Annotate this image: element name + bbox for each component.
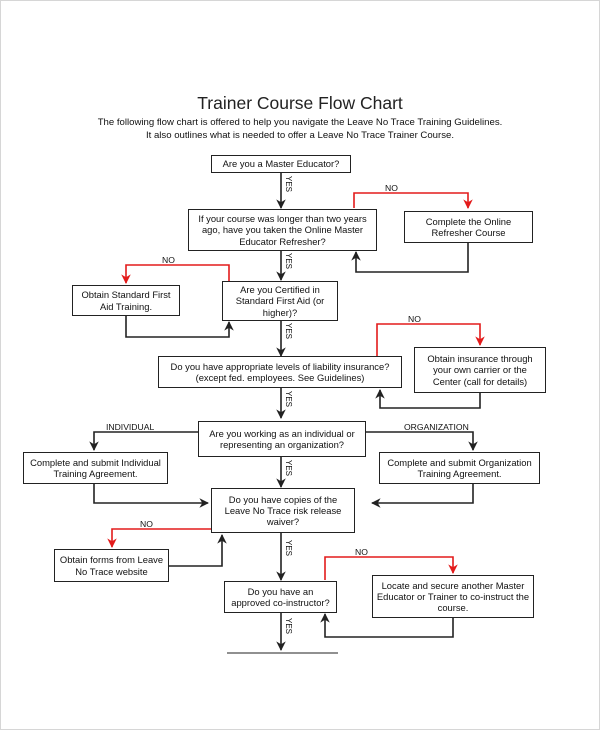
edge-organization (365, 431, 478, 451)
edge-return-first-aid (125, 316, 234, 338)
node-waiver-question: Do you have copies of the Leave No Trace… (211, 488, 355, 533)
label-no-refresher: NO (385, 183, 398, 193)
node-coinstructor-action: Locate and secure another Master Educato… (372, 575, 534, 618)
node-coinstructor-question: Do you have an approved co-instructor? (224, 581, 337, 613)
node-refresher-question: If your course was longer than two years… (188, 209, 377, 251)
node-master-educator-question: Are you a Master Educator? (211, 155, 351, 173)
label-yes-2: YES (284, 253, 293, 270)
node-organization-action: Complete and submit Organization Trainin… (379, 452, 540, 484)
node-first-aid-action: Obtain Standard First Aid Training. (72, 285, 180, 316)
label-individual: INDIVIDUAL (106, 422, 155, 432)
node-first-aid-question: Are you Certified in Standard First Aid … (222, 281, 338, 321)
label-no-waiver: NO (140, 519, 153, 529)
node-refresher-action: Complete the Online Refresher Course (404, 211, 533, 243)
label-no-coinstructor: NO (355, 547, 368, 557)
node-individual-action: Complete and submit Individual Training … (23, 452, 168, 484)
edge-return-organization (371, 484, 474, 508)
node-individual-org-question: Are you working as an individual or repr… (198, 421, 366, 457)
edge-no-first-aid (121, 264, 230, 284)
edge-individual (89, 431, 200, 451)
label-no-insurance: NO (408, 314, 421, 324)
label-yes-1: YES (284, 176, 293, 193)
label-no-first-aid: NO (162, 255, 175, 265)
label-organization: ORGANIZATION (404, 422, 469, 432)
edge-no-waiver (107, 528, 212, 548)
node-waiver-action: Obtain forms from Leave No Trace website (54, 549, 169, 582)
label-yes-4: YES (284, 391, 293, 408)
node-insurance-action: Obtain insurance through your own carrie… (414, 347, 546, 393)
edge-return-individual (93, 484, 209, 508)
edge-no-refresher (353, 192, 473, 209)
label-yes-7: YES (284, 618, 293, 635)
label-yes-3: YES (284, 323, 293, 340)
label-yes-6: YES (284, 540, 293, 557)
edge-return-waiver (168, 534, 227, 567)
label-yes-5: YES (284, 460, 293, 477)
node-insurance-question: Do you have appropriate levels of liabil… (158, 356, 402, 388)
